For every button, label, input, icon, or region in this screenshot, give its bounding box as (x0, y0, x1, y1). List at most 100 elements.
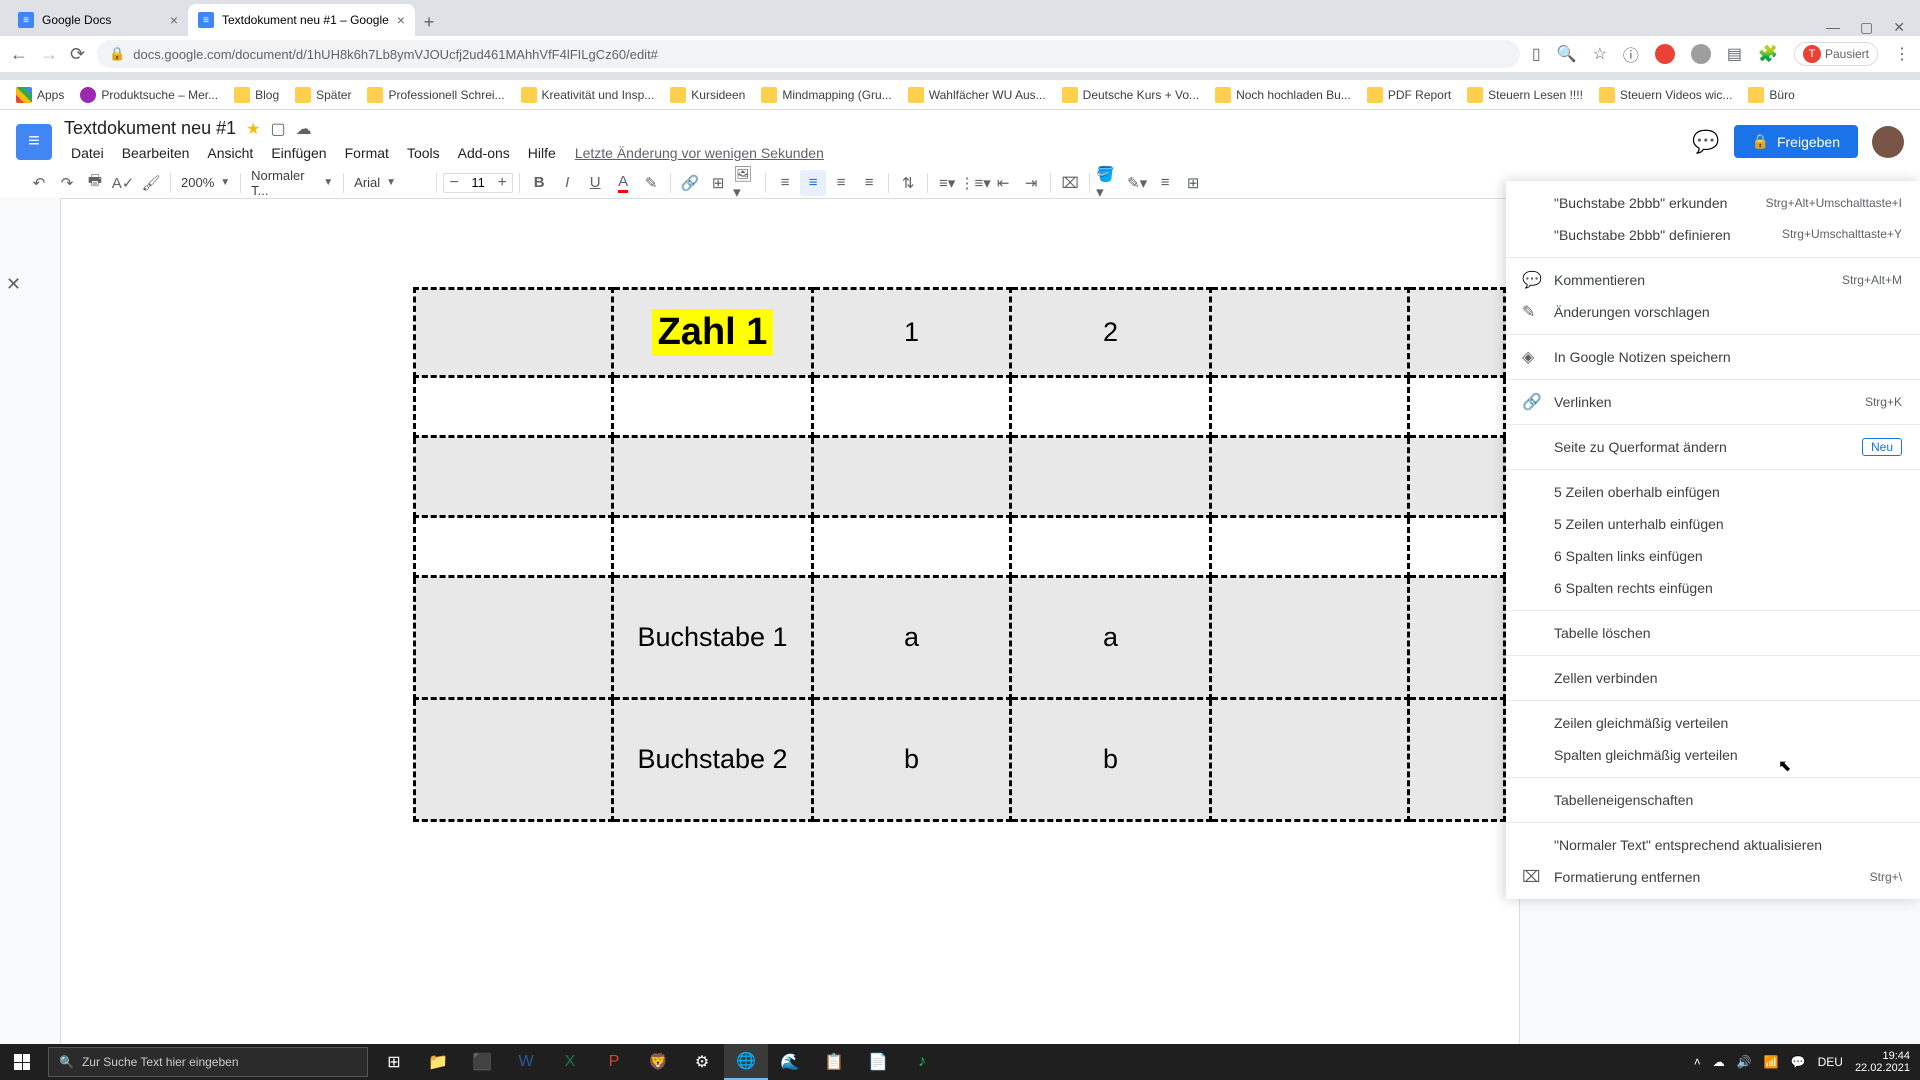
increase-indent-button[interactable]: ⇥ (1018, 170, 1044, 196)
minimize-icon[interactable]: — (1826, 19, 1840, 36)
table-row[interactable] (415, 437, 1505, 517)
bookmark-item[interactable]: Deutsche Kurs + Vo... (1056, 83, 1205, 107)
task-view-button[interactable]: ⊞ (372, 1044, 416, 1080)
table-row[interactable]: Buchstabe 2 b b (415, 699, 1505, 821)
bookmark-item[interactable]: Blog (228, 83, 285, 107)
bookmark-item[interactable]: Steuern Videos wic... (1593, 83, 1739, 107)
forward-button[interactable]: → (40, 44, 58, 65)
clear-format-button[interactable]: ⌧ (1057, 170, 1083, 196)
menu-tools[interactable]: Tools (400, 141, 447, 165)
font-size-stepper[interactable]: − 11 + (443, 173, 513, 193)
star-icon[interactable]: ★ (246, 119, 260, 139)
font-size-value[interactable]: 11 (464, 175, 492, 190)
maximize-icon[interactable]: ▢ (1860, 19, 1873, 36)
word-icon[interactable]: W (504, 1044, 548, 1080)
style-select[interactable]: Normaler T...▼ (247, 166, 337, 200)
ctx-merge-cells[interactable]: Zellen verbinden (1506, 662, 1920, 694)
decrease-size-button[interactable]: − (444, 174, 464, 192)
redo-button[interactable]: ↷ (54, 170, 80, 196)
ctx-dist-rows[interactable]: Zeilen gleichmäßig verteilen (1506, 707, 1920, 739)
table-row[interactable]: Zahl 1 1 2 (415, 289, 1505, 377)
align-right-button[interactable]: ≡ (828, 170, 854, 196)
notepad-icon[interactable]: 📄 (856, 1044, 900, 1080)
bookmark-item[interactable]: Büro (1742, 83, 1800, 107)
bookmark-item[interactable]: Professionell Schrei... (361, 83, 510, 107)
tab-document[interactable]: ≡ Textdokument neu #1 – Google × (188, 4, 415, 36)
chrome-icon[interactable]: 🌐 (724, 1044, 768, 1080)
comments-icon[interactable]: 💬 (1692, 129, 1719, 155)
table-row[interactable]: Buchstabe 1 a a (415, 577, 1505, 699)
table-cell[interactable]: 1 (813, 289, 1011, 377)
fill-color-button[interactable]: 🪣▾ (1096, 170, 1122, 196)
bookmark-item[interactable]: Steuern Lesen !!!! (1461, 83, 1589, 107)
paint-format-button[interactable]: 🖌 (138, 170, 164, 196)
line-spacing-button[interactable]: ⇅ (895, 170, 921, 196)
app-icon[interactable]: ⬛ (460, 1044, 504, 1080)
ctx-table-props[interactable]: Tabelleneigenschaften (1506, 784, 1920, 816)
reload-button[interactable]: ⟳ (70, 44, 85, 65)
bookmark-item[interactable]: Mindmapping (Gru... (755, 83, 897, 107)
ctx-cols-right[interactable]: 6 Spalten rechts einfügen (1506, 572, 1920, 604)
spotify-icon[interactable]: ♪ (900, 1044, 944, 1080)
ctx-landscape[interactable]: Seite zu Querformat ändern Neu (1506, 431, 1920, 463)
highlight-button[interactable]: ✎ (638, 170, 664, 196)
menu-einfuegen[interactable]: Einfügen (264, 141, 333, 165)
undo-button[interactable]: ↶ (26, 170, 52, 196)
menu-hilfe[interactable]: Hilfe (521, 141, 563, 165)
back-button[interactable]: ← (10, 44, 28, 65)
border-color-button[interactable]: ✎▾ (1124, 170, 1150, 196)
bullet-list-button[interactable]: ⋮≡▾ (962, 170, 988, 196)
app-icon[interactable]: 📋 (812, 1044, 856, 1080)
app-icon[interactable]: 🦁 (636, 1044, 680, 1080)
account-avatar[interactable] (1872, 126, 1904, 158)
ctx-clear-format[interactable]: ⌧ Formatierung entfernen Strg+\ (1506, 861, 1920, 893)
ctx-define[interactable]: "Buchstabe 2bbb" definieren Strg+Umschal… (1506, 219, 1920, 251)
url-input[interactable]: 🔒 docs.google.com/document/d/1hUH8k6h7Lb… (97, 40, 1520, 68)
document-title[interactable]: Textdokument neu #1 (64, 118, 236, 139)
extension-icon[interactable] (1691, 44, 1711, 64)
insert-comment-button[interactable]: ⊞ (705, 170, 731, 196)
move-icon[interactable]: ▢ (270, 119, 285, 139)
table-cell[interactable] (415, 577, 613, 699)
ctx-update-style[interactable]: "Normaler Text" entsprechend aktualisier… (1506, 829, 1920, 861)
menu-format[interactable]: Format (338, 141, 396, 165)
table-row[interactable] (415, 517, 1505, 577)
numbered-list-button[interactable]: ≡▾ (934, 170, 960, 196)
increase-size-button[interactable]: + (492, 174, 512, 192)
menu-bearbeiten[interactable]: Bearbeiten (115, 141, 197, 165)
zoom-select[interactable]: 200%▼ (177, 173, 234, 192)
table-cell[interactable] (415, 517, 613, 577)
table-cell[interactable]: 2 (1011, 289, 1211, 377)
share-button[interactable]: 🔒 Freigeben (1734, 125, 1858, 158)
bookmark-apps[interactable]: Apps (10, 83, 70, 107)
menu-addons[interactable]: Add-ons (451, 141, 517, 165)
excel-icon[interactable]: X (548, 1044, 592, 1080)
font-select[interactable]: Arial▼ (350, 173, 430, 192)
table-cell[interactable] (1211, 289, 1409, 377)
align-left-button[interactable]: ≡ (772, 170, 798, 196)
cast-icon[interactable]: ▯ (1532, 44, 1541, 64)
docs-logo-icon[interactable]: ≡ (16, 124, 52, 160)
bookmark-item[interactable]: Später (289, 83, 357, 107)
table-cell[interactable]: a (1011, 577, 1211, 699)
last-change-link[interactable]: Letzte Änderung vor wenigen Sekunden (567, 141, 832, 165)
border-width-button[interactable]: ≡ (1152, 170, 1178, 196)
start-button[interactable] (0, 1044, 44, 1080)
document-table[interactable]: Zahl 1 1 2 Buchstabe 1 a a (413, 287, 1506, 822)
table-row[interactable] (415, 377, 1505, 437)
table-cell[interactable]: Buchstabe 2 (613, 699, 813, 821)
cloud-saved-icon[interactable]: ☁ (296, 119, 312, 139)
wifi-icon[interactable]: 📶 (1764, 1055, 1779, 1069)
extension-icon[interactable]: ⓘ (1623, 42, 1639, 66)
insert-image-button[interactable]: 🖼▾ (733, 170, 759, 196)
taskbar-clock[interactable]: 19:44 22.02.2021 (1855, 1050, 1910, 1074)
extensions-button[interactable]: 🧩 (1758, 44, 1778, 64)
edge-icon[interactable]: 🌊 (768, 1044, 812, 1080)
ctx-cols-left[interactable]: 6 Spalten links einfügen (1506, 540, 1920, 572)
ctx-rows-above[interactable]: 5 Zeilen oberhalb einfügen (1506, 476, 1920, 508)
bold-button[interactable]: B (526, 170, 552, 196)
bookmark-item[interactable]: Produktsuche – Mer... (74, 83, 224, 107)
close-tab-icon[interactable]: × (170, 12, 178, 28)
ctx-rows-below[interactable]: 5 Zeilen unterhalb einfügen (1506, 508, 1920, 540)
menu-datei[interactable]: Datei (64, 141, 111, 165)
